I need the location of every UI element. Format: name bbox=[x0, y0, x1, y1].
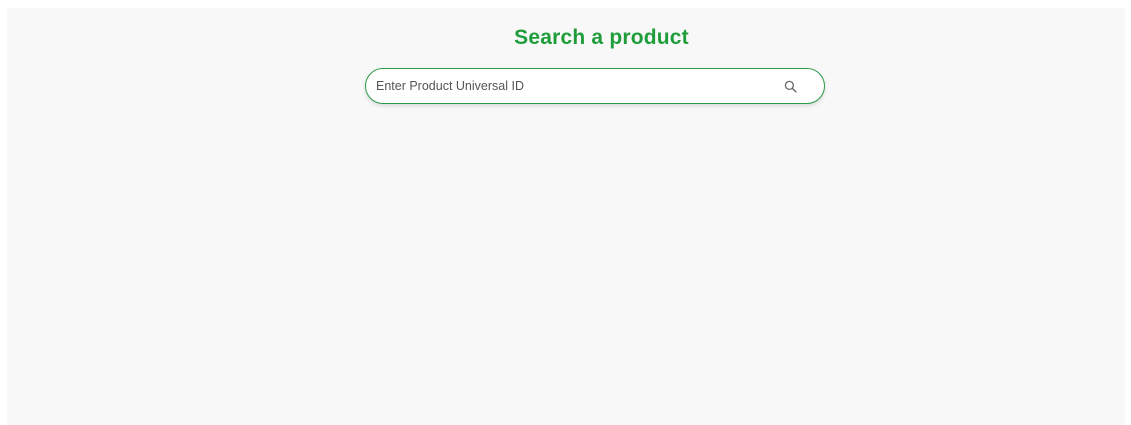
search-input[interactable] bbox=[376, 69, 766, 102]
search-icon[interactable] bbox=[779, 76, 801, 96]
search-bar bbox=[365, 68, 825, 104]
page-container: Search a product bbox=[7, 8, 1125, 425]
page-title: Search a product bbox=[514, 26, 689, 49]
